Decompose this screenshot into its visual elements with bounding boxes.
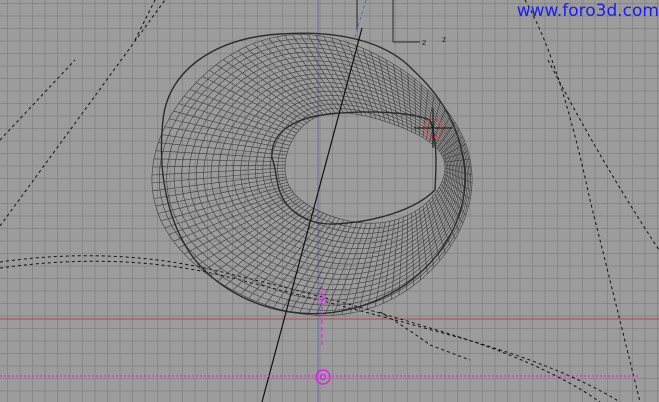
mesh-spoke-edge — [414, 78, 416, 134]
axis-label-z-2: z — [442, 35, 447, 44]
dashed-guide-lines — [0, 0, 659, 402]
mesh-outer-outline — [160, 32, 466, 315]
mesh-spoke-edge — [152, 173, 286, 192]
mesh-ring-edge — [262, 99, 450, 239]
mesh-spoke-edge — [299, 34, 349, 114]
mesh-spoke-edge — [398, 217, 404, 296]
mesh-spoke-edge — [422, 90, 429, 138]
3d-viewport[interactable]: z z www.foro3d.com — [0, 0, 659, 402]
mesh-spoke-edge — [350, 223, 377, 314]
mesh-ring-edge — [151, 34, 473, 316]
mesh-spoke-edge — [155, 150, 286, 159]
axis-label-z-1: z — [422, 38, 427, 47]
mesh-spoke-edge — [307, 221, 353, 315]
mesh-ring-edge — [181, 51, 467, 296]
camera-frame — [356, 0, 420, 43]
watermark-text: www.foro3d.com — [516, 1, 659, 21]
torus-wireframe-mesh[interactable] — [151, 34, 473, 316]
viewport-scene[interactable] — [0, 0, 659, 402]
mesh-spoke-edge — [341, 223, 372, 315]
mesh-spoke-edge — [189, 89, 297, 134]
mesh-spoke-edge — [223, 59, 311, 121]
mesh-spoke-edge — [173, 110, 292, 143]
mesh-ring-edge — [173, 47, 468, 301]
mesh-spoke-edge — [383, 220, 395, 304]
mesh-spoke-edge — [184, 196, 297, 255]
mesh-spoke-edge — [265, 215, 332, 305]
